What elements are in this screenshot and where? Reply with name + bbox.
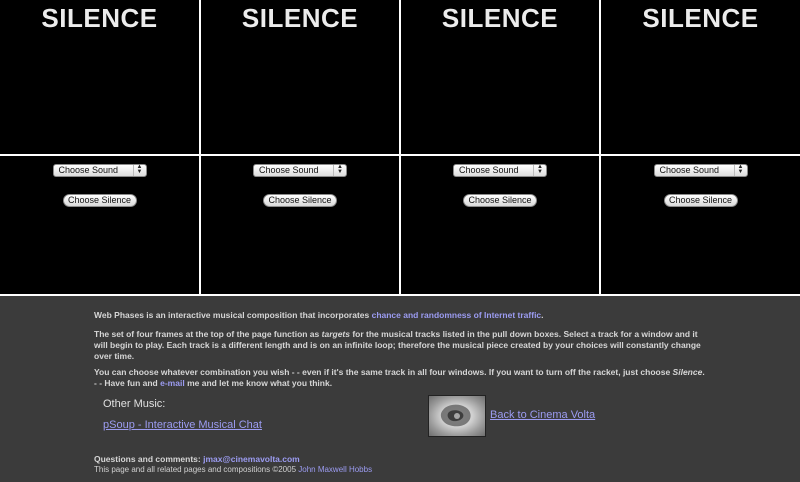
choose-sound-select-3[interactable]: Choose Sound ▲ ▼ — [453, 164, 547, 177]
choose-sound-select-1[interactable]: Choose Sound ▲ ▼ — [52, 164, 147, 177]
choose-silence-button-3[interactable]: Choose Silence — [463, 194, 537, 207]
choose-sound-select-1-label: Choose Sound — [58, 165, 119, 175]
controls-frame-4: Choose Sound ▲ ▼ Choose Silence — [601, 156, 800, 294]
controls-frame-2: Choose Sound ▲ ▼ Choose Silence — [201, 156, 399, 294]
author-link[interactable]: John Maxwell Hobbs — [298, 465, 372, 474]
combination-paragraph: You can choose whatever combination you … — [94, 367, 706, 389]
other-music-heading: Other Music: — [103, 398, 166, 410]
back-to-cinema-volta-link[interactable]: Back to Cinema Volta — [490, 409, 595, 421]
choose-sound-select-3-label: Choose Sound — [459, 165, 519, 175]
description-panel: Web Phases is an interactive musical com… — [0, 296, 800, 482]
combo-pre: You can choose whatever combination you … — [94, 367, 673, 377]
target-frames-grid: SILENCE SILENCE SILENCE SILENCE Choose S… — [0, 0, 800, 296]
questions-line: Questions and comments: jmax@cinemavolta… — [94, 454, 300, 464]
controls-frame-3: Choose Sound ▲ ▼ Choose Silence — [401, 156, 599, 294]
select-arrows-icon: ▲ ▼ — [132, 164, 146, 176]
chance-randomness-link[interactable]: chance and randomness of Internet traffi… — [372, 310, 542, 320]
choose-silence-button-4[interactable]: Choose Silence — [663, 194, 738, 207]
frame-top-4: SILENCE — [601, 0, 800, 154]
frame-3-title: SILENCE — [441, 3, 559, 33]
select-arrows-icon: ▲ ▼ — [533, 164, 546, 176]
intro-paragraph: Web Phases is an interactive musical com… — [94, 310, 706, 321]
frame-1-title: SILENCE — [41, 3, 158, 33]
combo-emphasis: Silence — [672, 367, 703, 377]
targets-emphasis: targets — [321, 329, 350, 339]
frame-top-2: SILENCE — [201, 0, 399, 154]
combo-post: me and let me know what you think. — [184, 378, 333, 388]
copyright-line: This page and all related pages and comp… — [94, 465, 372, 474]
choose-sound-select-4-label: Choose Sound — [659, 165, 720, 175]
select-arrows-icon: ▲ ▼ — [733, 164, 747, 176]
cinema-volta-thumbnail[interactable] — [428, 395, 486, 437]
psoup-link[interactable]: pSoup - Interactive Musical Chat — [103, 419, 262, 431]
choose-sound-select-2[interactable]: Choose Sound ▲ ▼ — [253, 164, 347, 177]
contact-email-link[interactable]: jmax@cinemavolta.com — [203, 454, 300, 464]
controls-frame-1: Choose Sound ▲ ▼ Choose Silence — [0, 156, 199, 294]
email-link[interactable]: e-mail — [160, 378, 185, 388]
choose-sound-select-4[interactable]: Choose Sound ▲ ▼ — [653, 164, 748, 177]
questions-text: Questions and comments: — [94, 454, 204, 464]
targets-pre: The set of four frames at the top of the… — [94, 329, 322, 339]
frame-4-title: SILENCE — [642, 3, 759, 33]
choose-silence-button-1[interactable]: Choose Silence — [62, 194, 137, 207]
targets-paragraph: The set of four frames at the top of the… — [94, 329, 706, 362]
frame-top-1: SILENCE — [0, 0, 199, 154]
copyright-text: This page and all related pages and comp… — [94, 465, 299, 474]
select-arrows-icon: ▲ ▼ — [333, 164, 346, 176]
choose-silence-button-2[interactable]: Choose Silence — [263, 194, 337, 207]
intro-end: . — [541, 310, 544, 320]
frame-top-3: SILENCE — [401, 0, 599, 154]
thumbnail-image-icon — [440, 404, 471, 427]
intro-text: Web Phases is an interactive musical com… — [94, 310, 372, 320]
frame-2-title: SILENCE — [241, 3, 359, 33]
choose-sound-select-2-label: Choose Sound — [259, 165, 319, 175]
